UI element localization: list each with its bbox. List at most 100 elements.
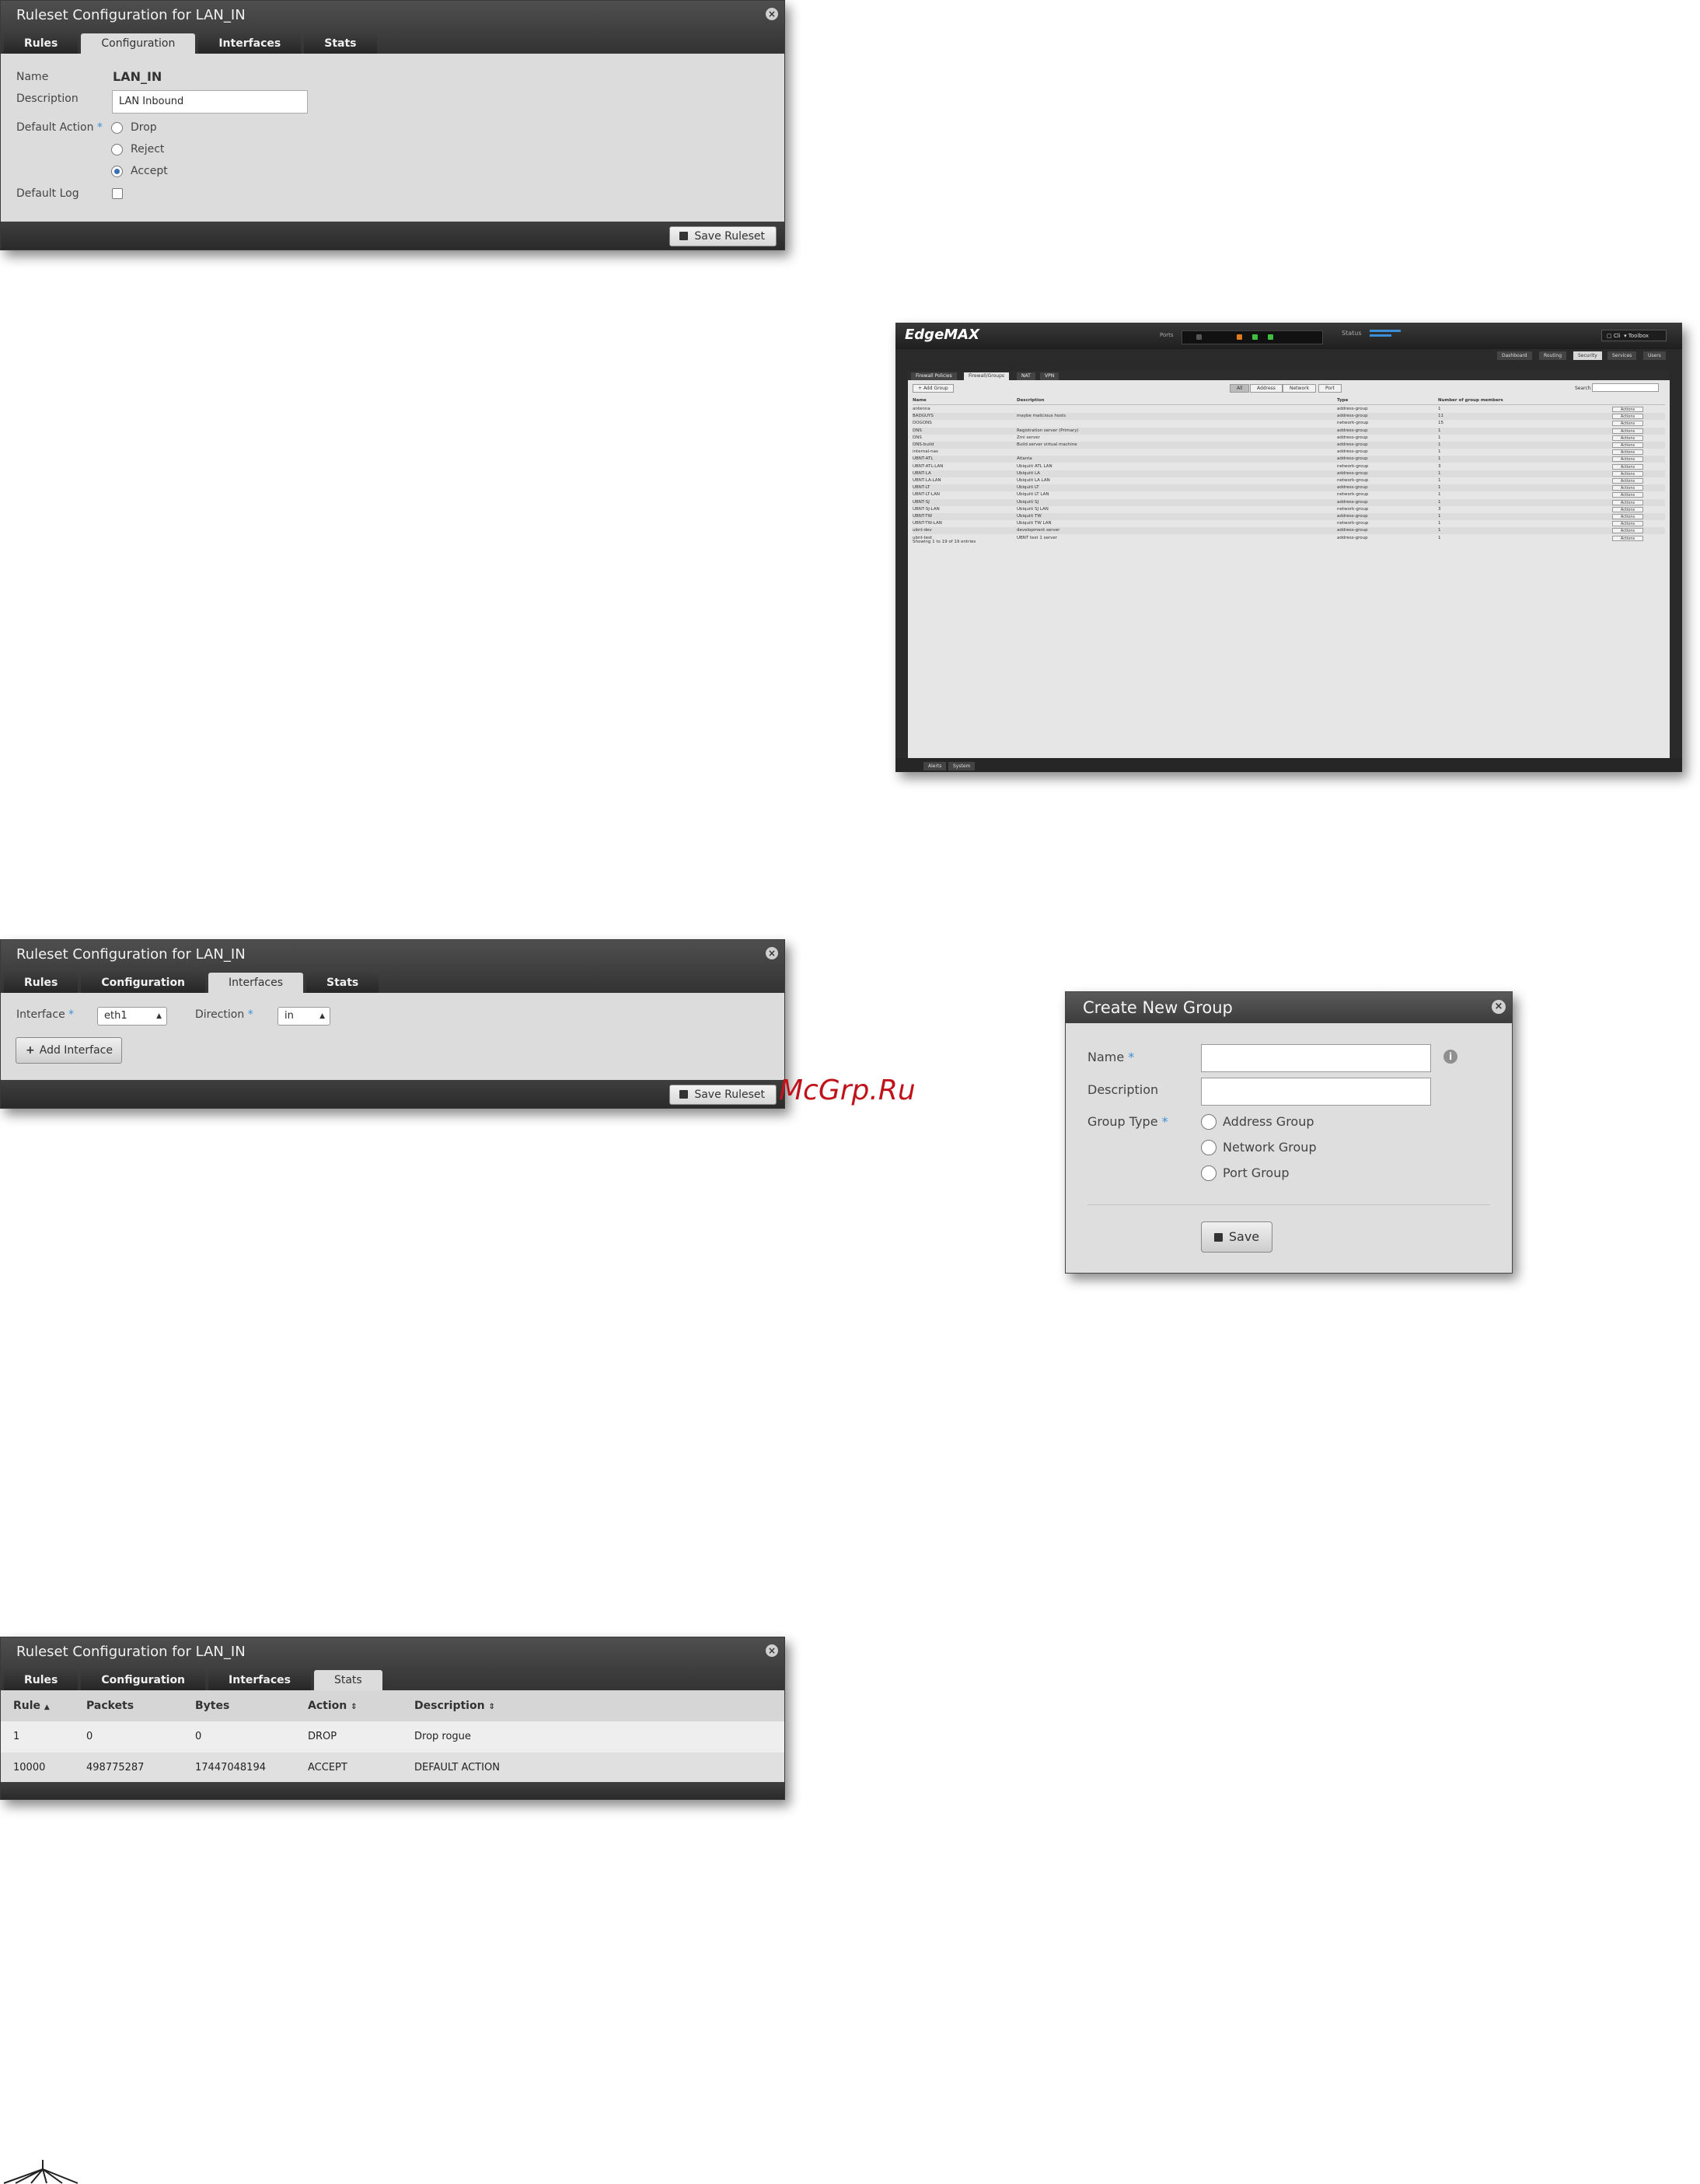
tab-interfaces[interactable]: Interfaces [208, 973, 304, 993]
actions-button[interactable]: Actions [1612, 521, 1643, 527]
default-log-checkbox[interactable] [112, 188, 123, 199]
close-icon[interactable]: × [766, 1644, 778, 1657]
close-icon[interactable]: × [766, 947, 778, 959]
subtab[interactable]: Firewall Policies [911, 372, 957, 380]
actions-button[interactable]: Actions [1612, 492, 1643, 498]
cell: network-group [1337, 521, 1369, 526]
table-row: DOGONS network-group 15 Actions [913, 420, 1665, 427]
actions-button[interactable]: Actions [1612, 485, 1643, 491]
actions-button[interactable]: Actions [1612, 456, 1643, 463]
direction-select[interactable]: in ▲ [278, 1007, 330, 1026]
cell: Atlanta [1017, 456, 1032, 462]
tab-rules[interactable]: Rules [4, 973, 79, 993]
column-description[interactable]: Description ⇕ [414, 1700, 495, 1712]
radio-drop-label: Drop [131, 121, 157, 134]
filter-address[interactable]: Address [1250, 384, 1283, 393]
actions-button[interactable]: Actions [1612, 506, 1643, 512]
cell: address-group [1337, 449, 1368, 455]
nav-tab[interactable]: Services [1607, 351, 1637, 360]
nav-tab[interactable]: Routing [1539, 351, 1567, 360]
cell: Zmi server [1017, 435, 1040, 440]
cell: maybe malicious hosts [1017, 414, 1066, 419]
table-row: UBNT-ATL Atlanta address-group 1 Actions [913, 456, 1665, 463]
info-icon[interactable]: i [1443, 1050, 1457, 1064]
save-icon [679, 1090, 689, 1099]
filter-port[interactable]: Port [1318, 384, 1342, 393]
add-group-button[interactable]: + Add Group [913, 384, 954, 393]
name-input[interactable] [1201, 1044, 1431, 1072]
tab-configuration[interactable]: Configuration [81, 1670, 206, 1690]
actions-button[interactable]: Actions [1612, 535, 1643, 541]
save-ruleset-button[interactable]: Save Ruleset [669, 1085, 777, 1105]
table-row: DNS-build Build server virtual machine add… [913, 442, 1665, 449]
actions-button[interactable]: Actions [1612, 421, 1643, 427]
actions-button[interactable]: Actions [1612, 435, 1643, 441]
add-interface-button[interactable]: + Add Interface [16, 1037, 122, 1064]
cell: Ubiquiti TW [1017, 514, 1042, 519]
filter-network[interactable]: Network [1283, 384, 1317, 393]
dialog-header: Create New Group × [1066, 992, 1512, 1023]
radio-drop[interactable] [111, 122, 123, 134]
actions-button[interactable]: Actions [1612, 514, 1643, 519]
nav-tab[interactable]: Security [1573, 351, 1602, 360]
table-row: BADGUYS maybe malicious hosts address-grou… [913, 413, 1665, 421]
tab-interfaces[interactable]: Interfaces [198, 33, 302, 54]
cell: UBNT-LT [913, 485, 930, 491]
actions-button[interactable]: Actions [1612, 470, 1643, 477]
close-icon[interactable]: × [766, 8, 778, 20]
description-input[interactable] [1201, 1078, 1431, 1106]
add-interface-label: Add Interface [39, 1044, 113, 1057]
save-button[interactable]: Save [1201, 1221, 1272, 1253]
close-icon[interactable]: × [1492, 1000, 1506, 1014]
cell: BADGUYS [913, 414, 934, 419]
cell: UBNT test 1 server [1017, 535, 1057, 540]
actions-button[interactable]: Actions [1612, 414, 1643, 420]
port-indicator [1237, 334, 1242, 340]
table-row: UBNT-LT-LAN Ubiquiti LT LAN network-group 1… [913, 491, 1665, 498]
tab-stats[interactable]: Stats [304, 33, 377, 54]
description-input[interactable]: LAN Inbound [112, 90, 308, 114]
nav-tab[interactable]: Users [1643, 351, 1666, 360]
radio-port-group[interactable] [1201, 1165, 1217, 1181]
tab-interfaces[interactable]: Interfaces [208, 1670, 311, 1690]
tab-configuration[interactable]: Configuration [81, 973, 206, 993]
plus-icon: + [26, 1044, 35, 1057]
save-ruleset-button[interactable]: Save Ruleset [669, 226, 777, 246]
interface-select[interactable]: eth1 ▲ [97, 1007, 167, 1026]
column-rule[interactable]: Rule ▲ [13, 1700, 50, 1712]
actions-button[interactable]: Actions [1612, 407, 1643, 412]
nav-tab[interactable]: Dashboard [1497, 351, 1532, 360]
actions-button[interactable]: Actions [1612, 499, 1643, 505]
tab-stats[interactable]: Stats [306, 973, 379, 993]
cell-action: ACCEPT [308, 1762, 347, 1773]
tab-rules[interactable]: Rules [4, 33, 79, 54]
radio-accept[interactable] [111, 166, 123, 177]
radio-address-group[interactable] [1201, 1114, 1217, 1130]
tab-stats[interactable]: Stats [313, 1670, 382, 1690]
actions-button[interactable]: Actions [1612, 428, 1643, 434]
user-menu[interactable]: ▢ Cli ▾ Toolbox [1601, 330, 1667, 341]
dialog-header: Ruleset Configuration for LAN_IN × Rules… [1, 1637, 784, 1690]
footer-tab[interactable]: Alerts [923, 762, 947, 771]
subtab[interactable]: NAT [1017, 372, 1035, 380]
actions-button[interactable]: Actions [1612, 463, 1643, 470]
tab-rules[interactable]: Rules [4, 1670, 79, 1690]
column-action[interactable]: Action ⇕ [308, 1700, 357, 1712]
search-input[interactable] [1592, 383, 1659, 392]
radio-reject[interactable] [111, 144, 123, 156]
showing-entries: Showing 1 to 19 of 19 entries [913, 540, 976, 544]
cell: UBNT-SJ-LAN [913, 506, 940, 512]
actions-button[interactable]: Actions [1612, 478, 1643, 484]
save-label: Save [1228, 1229, 1260, 1244]
actions-button[interactable]: Actions [1612, 449, 1643, 456]
radio-network-group[interactable] [1201, 1140, 1217, 1155]
subtab[interactable]: Firewall/Groups [964, 372, 1010, 380]
subtab[interactable]: VPN [1040, 372, 1059, 380]
tab-configuration[interactable]: Configuration [81, 33, 196, 54]
filter-all[interactable]: All [1230, 384, 1250, 393]
ruleset-stats-dialog: Ruleset Configuration for LAN_IN × Rules… [0, 1637, 785, 1800]
cell: address-group [1337, 414, 1368, 419]
actions-button[interactable]: Actions [1612, 442, 1643, 448]
footer-tab[interactable]: System [948, 762, 976, 771]
actions-button[interactable]: Actions [1612, 528, 1643, 534]
